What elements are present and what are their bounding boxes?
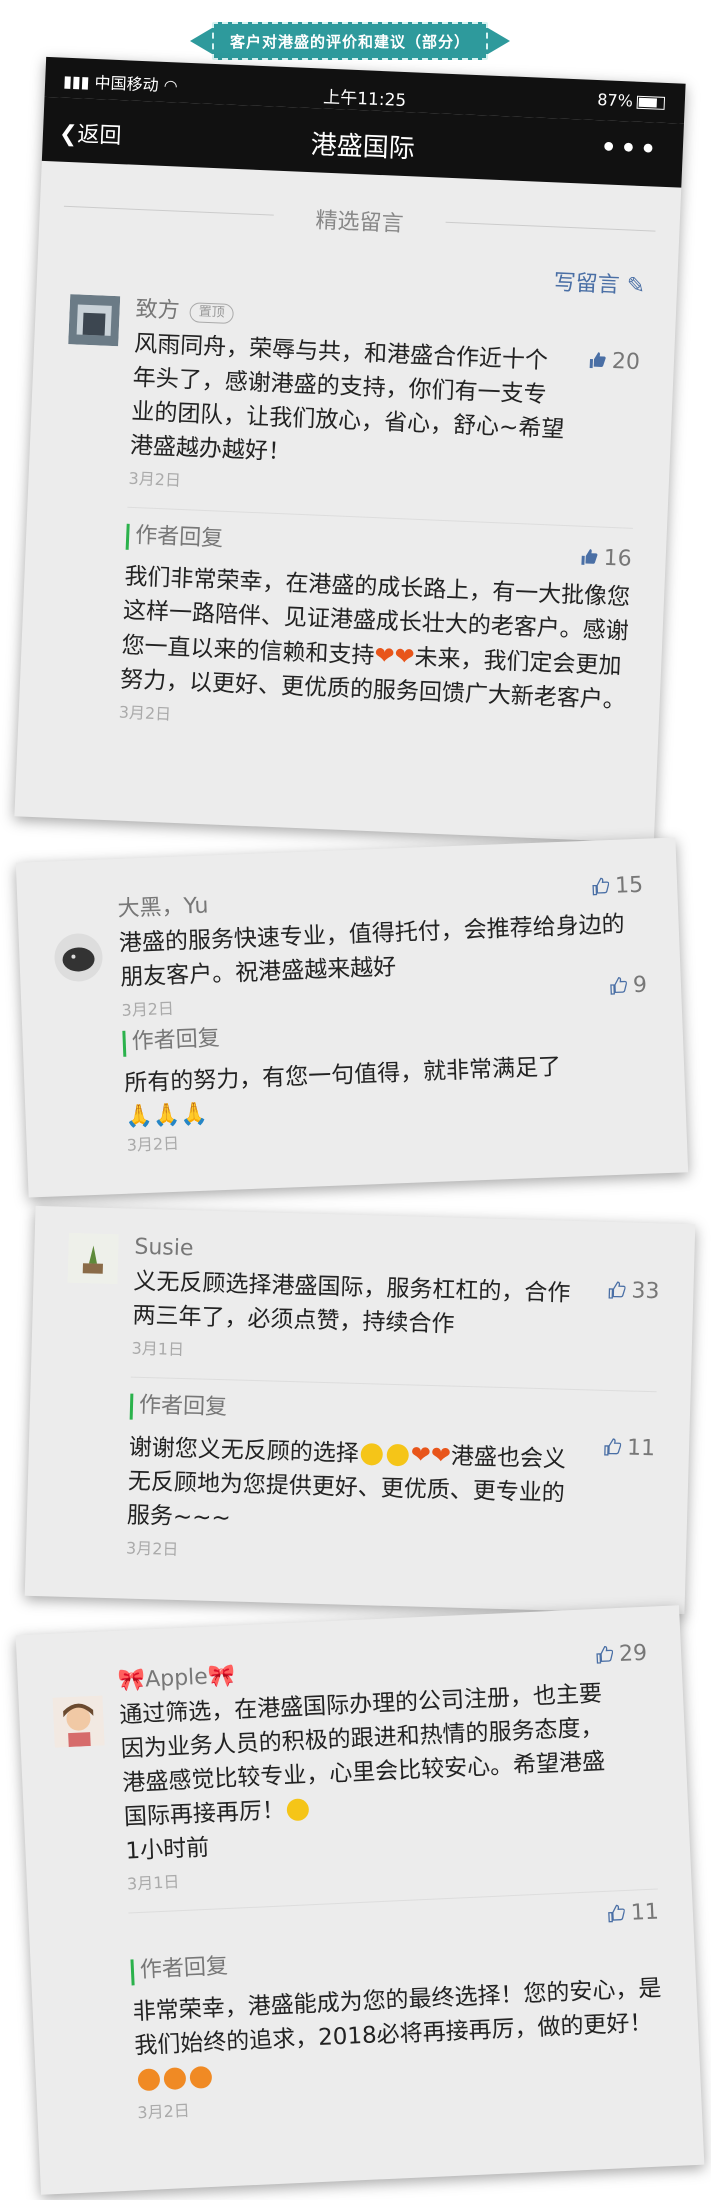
thumbs-up-icon	[610, 977, 628, 995]
reply-text: 谢谢您义无反顾的选择 ❤❤港盛也会义无反顾地为您提供更好、更优质、更专业的服务~~…	[126, 1434, 567, 1532]
smiling-face-icon	[137, 2068, 161, 2092]
praying-hands-icon: 🙏	[125, 1103, 154, 1130]
praying-hands-icon: 🙏	[179, 1101, 209, 1128]
thumbs-up-icon	[604, 1438, 622, 1456]
author-reply: 作者回复 16 我们非常荣幸，在港盛的成长路上，有一大批像您这样一路陪伴、见证港…	[118, 506, 633, 744]
battery-icon	[636, 95, 666, 110]
write-comment-button[interactable]: 写留言 ✎	[37, 243, 646, 300]
author-reply: 作者回复 11 谢谢您义无反顾的选择 ❤❤港盛也会义无反顾地为您提供更好、更优质、…	[125, 1376, 657, 1574]
kissing-face-icon	[360, 1443, 384, 1466]
comment-text: 义无反顾选择港盛国际，服务杠杠的，合作两三年了，必须点赞，持续合作	[132, 1268, 571, 1338]
reply-like-button[interactable]: 11	[606, 1899, 659, 1926]
author-reply: 9 作者回复 所有的努力，有您一句值得，就非常满足了 🙏🙏🙏 3月2日	[122, 973, 653, 1156]
like-button[interactable]: 20	[587, 348, 640, 375]
avatar	[67, 1232, 119, 1285]
like-button[interactable]: 33	[607, 1278, 660, 1304]
reply-like-button[interactable]: 9	[609, 973, 647, 999]
section-title: 精选留言	[39, 191, 680, 250]
avatar	[68, 294, 121, 347]
kissing-face-icon	[386, 1443, 410, 1467]
screenshot-card-4: 29 🎀Apple🎀 通过筛选，在港盛国际办理的公司注册，也主要因为业务人员的积…	[15, 1605, 705, 2195]
page-title: 港盛国际	[310, 130, 416, 165]
thumbs-up-icon	[608, 1281, 626, 1299]
comment-item: 29 🎀Apple🎀 通过筛选，在港盛国际办理的公司注册，也主要因为业务人员的积…	[17, 1639, 691, 1899]
thumbs-up-icon	[592, 877, 610, 896]
pinned-badge: 置顶	[189, 302, 235, 324]
comment-text: 风雨同舟，荣辱与共，和港盛合作近十个年头了，感谢港盛的支持，你们有一支专业的团队…	[129, 330, 565, 466]
reply-like-button[interactable]: 16	[579, 545, 632, 572]
avatar	[54, 933, 103, 982]
thumbs-up-icon	[581, 549, 598, 565]
screenshot-card-2: 15 大黑，Yu 港盛的服务快速专业，值得托付，会推荐给身边的朋友客户。祝港盛越…	[15, 837, 689, 1198]
banner-ribbon-right	[488, 28, 510, 54]
pencil-icon: ✎	[619, 273, 646, 300]
like-button[interactable]: 29	[595, 1641, 648, 1668]
like-button[interactable]: 15	[591, 873, 644, 900]
bow-icon: 🎀	[117, 1667, 146, 1694]
smiling-face-icon	[189, 2065, 213, 2089]
heart-icon: ❤	[393, 642, 416, 671]
banner-title: 客户对港盛的评价和建议（部分）	[212, 22, 488, 60]
avatar	[52, 1695, 105, 1748]
reply-label: 作者回复	[129, 1393, 657, 1435]
comment-item: 致方 置顶 20 风雨同舟，荣辱与共，和港盛合作近十个年头了，感谢港盛的支持，你们…	[28, 289, 676, 512]
battery-indicator: 87%	[597, 90, 666, 112]
heart-icon: ❤	[410, 1440, 432, 1469]
heart-icon: ❤	[430, 1441, 452, 1470]
bow-icon: 🎀	[207, 1663, 236, 1690]
banner: 客户对港盛的评价和建议（部分）	[190, 22, 510, 60]
more-button[interactable]: •••	[599, 130, 660, 167]
thumbs-up-icon	[608, 1904, 626, 1923]
screenshot-card-1: ▮▮▮ 中国移动 ◠ 上午11:25 87% ❮返回 港盛国际 ••• 精选留言…	[14, 56, 686, 844]
comment-item: 15 大黑，Yu 港盛的服务快速专业，值得托付，会推荐给身边的朋友客户。祝港盛越…	[17, 871, 681, 1024]
heart-icon: ❤	[373, 641, 396, 671]
reply-like-button[interactable]: 11	[603, 1435, 655, 1461]
author-reply: 11 作者回复 非常荣幸，港盛能成为您的最终选择！您的安心，是我们始终的追求，2…	[128, 1888, 668, 2124]
comment-item: Susie 33 义无反顾选择港盛国际，服务杠杠的，合作两三年了，必须点赞，持续…	[31, 1228, 694, 1374]
reply-text: 我们非常荣幸，在港盛的成长路上，有一大批像您这样一路陪伴、见证港盛成长壮大的老客…	[119, 563, 631, 714]
smiling-face-icon	[286, 1798, 310, 1822]
praying-hands-icon: 🙏	[152, 1102, 181, 1129]
smiling-face-icon	[163, 2067, 187, 2091]
banner-ribbon-left	[190, 28, 212, 54]
thumbs-up-icon	[589, 352, 606, 369]
screenshot-card-3: Susie 33 义无反顾选择港盛国际，服务杠杠的，合作两三年了，必须点赞，持续…	[24, 1205, 696, 1615]
thumbs-up-icon	[596, 1645, 614, 1664]
comment-text: 通过筛选，在港盛国际办理的公司注册，也主要因为业务人员的积极的跟进和热情的服务态…	[118, 1680, 606, 1831]
